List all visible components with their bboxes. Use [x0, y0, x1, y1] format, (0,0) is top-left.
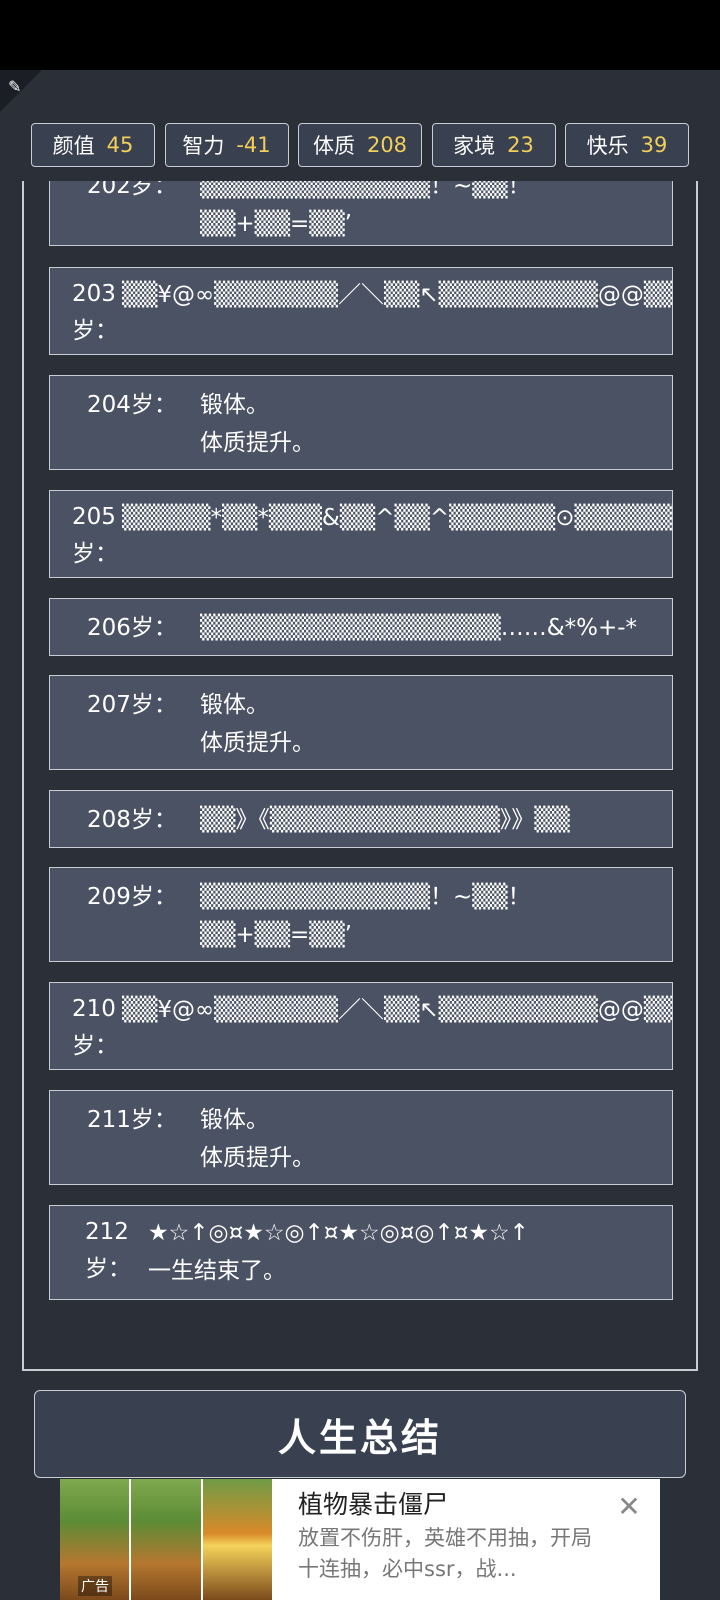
log-text: ▒▒▒▒▒▒▒▒▒▒▒▒▒▒▒▒▒……&*%+-*	[200, 609, 637, 647]
log-age: 207岁：	[87, 692, 177, 718]
log-age: 212岁：	[85, 1219, 131, 1282]
stat-family: 家境 23	[431, 123, 556, 167]
stat-value: 45	[106, 133, 134, 157]
log-text: ▒▒》《▒▒▒▒▒▒▒▒▒▒▒▒▒》》▒▒	[200, 801, 570, 839]
log-line: ▒▒▒▒▒▒▒▒▒▒▒▒▒！~▒▒！	[200, 884, 531, 910]
log-line: ▒▒+▒▒=▒▒’	[200, 211, 352, 237]
log-text: 锻体。 体质提升。	[200, 1101, 315, 1177]
stat-constitution: 体质 208	[298, 123, 422, 167]
log-entry: 208岁： ▒▒》《▒▒▒▒▒▒▒▒▒▒▒▒▒》》▒▒	[49, 790, 673, 848]
log-text: ▒▒▒▒▒*▒▒*▒▒▒&▒▒^▒▒^▒▒▒▒▒▒⊙▒▒▒▒▒▒▒&	[122, 499, 673, 537]
log-age: 209岁：	[87, 884, 177, 910]
log-text: ▒▒¥@∞▒▒▒▒▒▒▒／＼▒▒↖▒▒▒▒▒▒▒▒▒@@▒▒▒	[122, 991, 673, 1029]
log-entry: 207岁： 锻体。 体质提升。	[49, 675, 673, 770]
log-line: ▒▒+▒▒=▒▒’	[200, 922, 352, 948]
stat-value: 39	[640, 133, 668, 157]
log-line: 一生结束了。	[148, 1258, 286, 1284]
log-age: 211岁：	[87, 1107, 177, 1133]
close-icon[interactable]: ✕	[614, 1493, 644, 1523]
log-line: 体质提升。	[200, 430, 315, 456]
log-text: 锻体。 体质提升。	[200, 386, 315, 462]
stat-value: 208	[366, 133, 408, 157]
life-log[interactable]: 202岁： ▒▒▒▒▒▒▒▒▒▒▒▒▒！~▒▒！ ▒▒+▒▒=▒▒’ 203岁：…	[22, 181, 698, 1371]
stat-label: 智力	[182, 134, 225, 158]
log-line: ▒▒▒▒▒▒▒▒▒▒▒▒▒！~▒▒！	[200, 181, 531, 199]
log-age: 208岁：	[87, 807, 177, 833]
stat-intelligence: 智力 -41	[164, 123, 289, 167]
stat-label: 家境	[453, 134, 496, 158]
ad-description[interactable]: 放置不伤肝，英雄不用抽，开局十连抽，必中ssr，战...	[298, 1523, 598, 1585]
log-age: 204岁：	[87, 392, 177, 418]
log-text: ▒▒▒▒▒▒▒▒▒▒▒▒▒！~▒▒！ ▒▒+▒▒=▒▒’	[200, 181, 531, 243]
log-line: 体质提升。	[200, 730, 315, 756]
ad-label: 广告	[78, 1576, 112, 1596]
log-line: 锻体。	[200, 1107, 269, 1133]
log-entry: 203岁： ▒▒¥@∞▒▒▒▒▒▒▒／＼▒▒↖▒▒▒▒▒▒▒▒▒@@▒▒▒	[49, 267, 673, 355]
log-entry: 206岁： ▒▒▒▒▒▒▒▒▒▒▒▒▒▒▒▒▒……&*%+-*	[49, 598, 673, 656]
log-entry: 204岁： 锻体。 体质提升。	[49, 375, 673, 470]
log-line: 体质提升。	[200, 1145, 315, 1171]
stat-label: 体质	[312, 134, 355, 158]
ad-banner[interactable]: 广告 植物暴击僵尸 放置不伤肝，英雄不用抽，开局十连抽，必中ssr，战... ✕	[60, 1479, 660, 1600]
log-age: 202岁：	[87, 181, 177, 199]
stats-bar: 颜值 45 智力 -41 体质 208 家境 23 快乐 39	[31, 123, 689, 167]
log-line: ▒▒¥@∞▒▒▒▒▒▒▒／＼▒▒↖▒▒▒▒▒▒▒▒▒@@▒▒▒	[122, 997, 673, 1023]
log-age: 203岁：	[72, 281, 118, 344]
log-line: 锻体。	[200, 692, 269, 718]
log-line: ▒▒》《▒▒▒▒▒▒▒▒▒▒▒▒▒》》▒▒	[200, 807, 570, 833]
ad-image-tile	[131, 1479, 201, 1600]
stat-value: 23	[507, 133, 534, 157]
log-age: 206岁：	[87, 615, 177, 641]
ad-image-tile	[202, 1479, 272, 1600]
log-entry: 205岁： ▒▒▒▒▒*▒▒*▒▒▒&▒▒^▒▒^▒▒▒▒▒▒⊙▒▒▒▒▒▒▒&	[49, 490, 673, 578]
log-entry: 211岁： 锻体。 体质提升。	[49, 1090, 673, 1185]
log-text: ▒▒▒▒▒▒▒▒▒▒▒▒▒！~▒▒！ ▒▒+▒▒=▒▒’	[200, 878, 531, 954]
log-entry: 210岁： ▒▒¥@∞▒▒▒▒▒▒▒／＼▒▒↖▒▒▒▒▒▒▒▒▒@@▒▒▒	[49, 982, 673, 1070]
log-line: ▒▒▒▒▒*▒▒*▒▒▒&▒▒^▒▒^▒▒▒▒▒▒⊙▒▒▒▒▒▒▒&	[122, 505, 673, 531]
log-age: 210岁：	[72, 996, 118, 1059]
log-entry: 212岁： ★☆↑◎¤★☆◎↑¤★☆◎¤◎↑¤★☆↑ 一生结束了。	[49, 1205, 673, 1300]
ad-title[interactable]: 植物暴击僵尸	[298, 1485, 448, 1521]
log-text: ★☆↑◎¤★☆◎↑¤★☆◎¤◎↑¤★☆↑ 一生结束了。	[148, 1214, 529, 1290]
stat-label: 颜值	[52, 134, 95, 158]
stat-value: -41	[236, 133, 271, 157]
log-entry: 202岁： ▒▒▒▒▒▒▒▒▒▒▒▒▒！~▒▒！ ▒▒+▒▒=▒▒’	[49, 181, 673, 246]
stat-appearance: 颜值 45	[31, 123, 155, 167]
log-line: 锻体。	[200, 392, 269, 418]
life-summary-button[interactable]: 人生总结	[34, 1390, 686, 1478]
stat-label: 快乐	[586, 134, 629, 158]
log-line: ▒▒¥@∞▒▒▒▒▒▒▒／＼▒▒↖▒▒▒▒▒▒▒▒▒@@▒▒▒	[122, 282, 673, 308]
log-line: ★☆↑◎¤★☆◎↑¤★☆◎¤◎↑¤★☆↑	[148, 1220, 529, 1246]
bone-icon[interactable]: ✎	[8, 78, 30, 96]
log-text: 锻体。 体质提升。	[200, 686, 315, 762]
stat-happiness: 快乐 39	[565, 123, 689, 167]
log-entry: 209岁： ▒▒▒▒▒▒▒▒▒▒▒▒▒！~▒▒！ ▒▒+▒▒=▒▒’	[49, 867, 673, 962]
log-text: ▒▒¥@∞▒▒▒▒▒▒▒／＼▒▒↖▒▒▒▒▒▒▒▒▒@@▒▒▒	[122, 276, 673, 314]
log-age: 205岁：	[72, 504, 118, 567]
log-line: ▒▒▒▒▒▒▒▒▒▒▒▒▒▒▒▒▒……&*%+-*	[200, 615, 638, 641]
